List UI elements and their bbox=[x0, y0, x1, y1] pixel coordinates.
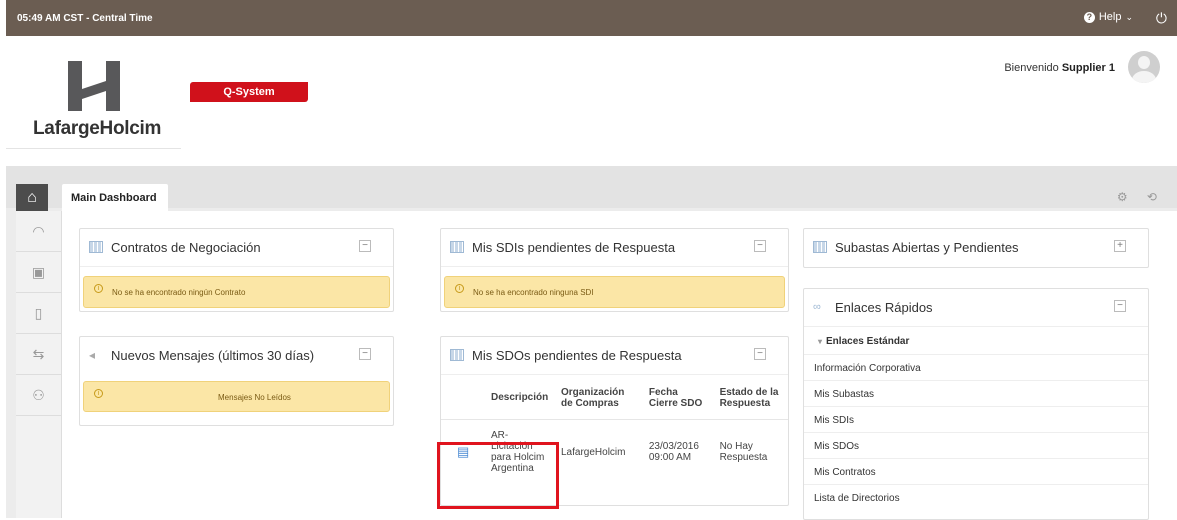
table-icon bbox=[813, 241, 827, 253]
highlight-box bbox=[437, 442, 559, 509]
panel-title: Contratos de Negociación bbox=[111, 240, 261, 255]
lafargeholcim-logo-icon bbox=[68, 61, 120, 111]
avatar[interactable] bbox=[1128, 51, 1160, 83]
settings-refresh-icon[interactable]: ⚙ ⟲ bbox=[1117, 190, 1165, 204]
collapse-button[interactable]: − bbox=[1114, 300, 1126, 312]
sdis-panel: Mis SDIs pendientes de Respuesta − i No … bbox=[440, 228, 789, 312]
section-label: Enlaces Estándar bbox=[826, 336, 910, 347]
collapse-button[interactable]: − bbox=[754, 348, 766, 360]
messages-panel: ◂ Nuevos Mensajes (últimos 30 días) − i … bbox=[79, 336, 394, 426]
exchange-nav-icon[interactable]: ⇆ bbox=[16, 334, 61, 375]
quick-links-section[interactable]: ▾ Enlaces Estándar bbox=[804, 327, 1148, 354]
table-icon bbox=[89, 241, 103, 253]
alert-text: No se ha encontrado ningún Contrato bbox=[112, 288, 246, 297]
panel-title: Subastas Abiertas y Pendientes bbox=[835, 240, 1019, 255]
alert-text: No se ha encontrado ninguna SDI bbox=[473, 288, 594, 297]
sdo-organization: LafargeHolcim bbox=[561, 446, 626, 458]
power-icon[interactable]: ⏻ bbox=[1156, 10, 1167, 27]
workspace: ⌂ Main Dashboard ⚙ ⟲ ◠ ▣ ▯ ⇆ ⚇ Contratos… bbox=[6, 166, 1177, 520]
chevron-down-icon: ⌄ bbox=[1125, 11, 1133, 22]
table-header-row: Descripción Organización de Compras Fech… bbox=[441, 377, 788, 419]
help-menu[interactable]: ? Help ⌄ bbox=[1083, 11, 1133, 23]
panel-title: Enlaces Rápidos bbox=[835, 300, 933, 315]
top-bar: 05:49 AM CST - Central Time ? Help ⌄ ⏻ bbox=[6, 0, 1177, 36]
column-header bbox=[441, 377, 485, 419]
tab-main-dashboard[interactable]: Main Dashboard bbox=[62, 184, 168, 211]
divider bbox=[6, 148, 181, 149]
messages-alert[interactable]: i Mensajes No Leídos bbox=[83, 381, 390, 412]
chevron-down-icon: ▾ bbox=[818, 337, 823, 346]
panel-title: Nuevos Mensajes (últimos 30 días) bbox=[111, 348, 315, 363]
collapse-button[interactable]: − bbox=[754, 240, 766, 252]
dashboard-nav-icon[interactable]: ◠ bbox=[16, 211, 61, 252]
collapse-button[interactable]: − bbox=[359, 348, 371, 360]
documents-nav-icon[interactable]: ▣ bbox=[16, 252, 61, 293]
welcome-text: Bienvenido Supplier 1 bbox=[1004, 62, 1115, 74]
sdo-status: No Hay Respuesta bbox=[719, 441, 768, 464]
expand-button[interactable]: + bbox=[1114, 240, 1126, 252]
tab-strip: ⌂ Main Dashboard ⚙ ⟲ bbox=[6, 166, 1177, 211]
app-badge[interactable]: Q-System bbox=[190, 82, 308, 102]
sdo-close-date: 23/03/2016 09:00 AM bbox=[648, 441, 699, 464]
quick-links-panel: ∞ Enlaces Rápidos − ▾ Enlaces Estándar In… bbox=[803, 288, 1149, 520]
dashboard-content: Contratos de Negociación − i No se ha en… bbox=[62, 211, 1177, 520]
info-icon: i bbox=[94, 284, 103, 293]
users-nav-icon[interactable]: ⚇ bbox=[16, 375, 61, 416]
table-icon bbox=[450, 349, 464, 361]
quick-link[interactable]: Mis Contratos bbox=[804, 458, 1148, 484]
info-icon: i bbox=[455, 284, 464, 293]
quick-link[interactable]: Información Corporativa bbox=[804, 354, 1148, 380]
empty-alert: i No se ha encontrado ningún Contrato bbox=[83, 276, 390, 308]
quick-link[interactable]: Mis SDOs bbox=[804, 432, 1148, 458]
header: LafargeHolcim Q-System Bienvenido Suppli… bbox=[6, 36, 1177, 166]
sdos-panel: Mis SDOs pendientes de Respuesta − Descr… bbox=[437, 336, 789, 509]
panel-title: Mis SDIs pendientes de Respuesta bbox=[472, 240, 676, 255]
link-icon: ∞ bbox=[813, 301, 821, 313]
quick-link[interactable]: Mis Subastas bbox=[804, 380, 1148, 406]
panel-title: Mis SDOs pendientes de Respuesta bbox=[472, 348, 682, 363]
alert-text: Mensajes No Leídos bbox=[218, 393, 291, 402]
info-icon: i bbox=[94, 389, 103, 398]
building-nav-icon[interactable]: ▯ bbox=[16, 293, 61, 334]
column-header[interactable]: Descripción bbox=[485, 377, 555, 419]
help-label: Help bbox=[1098, 11, 1122, 23]
side-nav: ◠ ▣ ▯ ⇆ ⚇ bbox=[16, 211, 62, 518]
help-icon: ? bbox=[1083, 11, 1095, 23]
contracts-panel: Contratos de Negociación − i No se ha en… bbox=[79, 228, 394, 312]
table-icon bbox=[450, 241, 464, 253]
collapse-button[interactable]: − bbox=[359, 240, 371, 252]
empty-alert: i No se ha encontrado ninguna SDI bbox=[444, 276, 785, 308]
quick-link[interactable]: Lista de Directorios bbox=[804, 484, 1148, 510]
column-header[interactable]: Fecha Cierre SDO bbox=[643, 377, 714, 419]
column-header[interactable]: Estado de la Respuesta bbox=[714, 377, 788, 419]
user-name: Supplier 1 bbox=[1061, 62, 1115, 74]
megaphone-icon: ◂ bbox=[89, 348, 96, 362]
company-logo-text: LafargeHolcim bbox=[33, 118, 162, 139]
clock-text: 05:49 AM CST - Central Time bbox=[17, 13, 153, 24]
home-icon[interactable]: ⌂ bbox=[16, 184, 48, 211]
column-header[interactable]: Organización de Compras bbox=[555, 377, 643, 419]
welcome-prefix: Bienvenido bbox=[1004, 62, 1059, 74]
auctions-panel: Subastas Abiertas y Pendientes + bbox=[803, 228, 1149, 268]
quick-link[interactable]: Mis SDIs bbox=[804, 406, 1148, 432]
